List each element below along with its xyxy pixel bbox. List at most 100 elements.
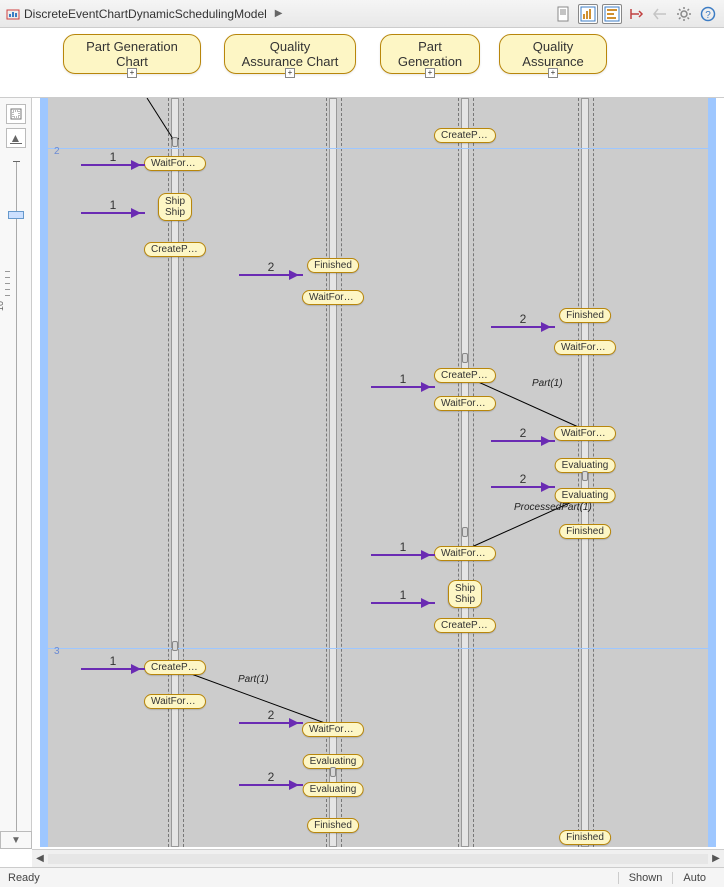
self-transition-arrow[interactable]: 1 [81, 212, 145, 214]
state-node[interactable]: Finished [559, 830, 611, 845]
state-node[interactable]: CreatePart [144, 242, 206, 257]
breadcrumb-arrow-icon[interactable]: ▶ [275, 8, 283, 19]
arrow-label: 1 [110, 150, 117, 164]
status-auto[interactable]: Auto [672, 872, 716, 884]
state-node[interactable]: WaitForPart [554, 426, 616, 441]
arrow-label: 2 [268, 708, 275, 722]
state-node[interactable]: Finished [307, 818, 359, 833]
arrow-label: 1 [400, 372, 407, 386]
zoom-scale-label: 10 [0, 301, 5, 311]
horizontal-scrollbar[interactable]: ◀ ▶ [32, 849, 724, 867]
state-node[interactable]: Finished [559, 524, 611, 539]
report-icon[interactable] [554, 4, 574, 24]
step-icon[interactable] [626, 4, 646, 24]
state-node[interactable]: Evaluating [303, 782, 364, 797]
zoom-slider[interactable]: 10 [7, 161, 25, 847]
fit-to-view-icon[interactable] [6, 104, 26, 124]
activation-tick [462, 527, 468, 537]
self-transition-arrow[interactable]: 2 [239, 784, 303, 786]
state-node[interactable]: WaitForQA [144, 694, 206, 709]
arrow-label: 2 [268, 770, 275, 784]
state-node[interactable]: ShipShip [158, 193, 192, 221]
chart-icon [6, 7, 20, 21]
collapse-gutter-icon[interactable]: ▼ [0, 831, 32, 849]
state-node[interactable]: CreatePart [434, 128, 496, 143]
self-transition-arrow[interactable]: 1 [81, 164, 145, 166]
state-node[interactable]: CreatePart [144, 660, 206, 675]
go-top-icon[interactable]: ▲ [6, 128, 26, 148]
arrow-label: 2 [520, 426, 527, 440]
toolbar-actions: ? [554, 4, 718, 24]
message-label: Part(1) [238, 674, 269, 685]
col-label: QualityAssurance [522, 39, 583, 69]
arrow-label: 2 [268, 260, 275, 274]
state-node[interactable]: WaitForQA [434, 396, 496, 411]
state-node[interactable]: WaitForPart [302, 722, 364, 737]
sequence-canvas[interactable]: 2 3 CreatePart WaitForQA ShipShip CreatePart F… [48, 98, 708, 847]
svg-text:?: ? [705, 10, 711, 21]
phase-label: 3 [54, 646, 60, 657]
canvas-wrap[interactable]: 2 3 CreatePart WaitForQA ShipShip CreatePart F… [32, 98, 724, 847]
help-icon[interactable]: ? [698, 4, 718, 24]
state-node[interactable]: WaitForPart [302, 290, 364, 305]
lifeline-part-generation [458, 98, 472, 847]
self-transition-arrow[interactable]: 2 [239, 722, 303, 724]
arrow-label: 1 [400, 588, 407, 602]
col-label: QualityAssurance Chart [242, 39, 339, 69]
phase-label: 2 [54, 146, 60, 157]
scroll-right-icon[interactable]: ▶ [708, 851, 724, 867]
self-transition-arrow[interactable]: 1 [371, 554, 435, 556]
self-transition-arrow[interactable]: 1 [81, 668, 145, 670]
col-header-quality-assurance[interactable]: QualityAssurance + [499, 34, 607, 74]
activation-tick [172, 641, 178, 651]
zoom-thumb[interactable] [8, 211, 24, 219]
status-shown[interactable]: Shown [618, 872, 673, 884]
arrow-label: 1 [400, 540, 407, 554]
status-bar: Ready Shown Auto [0, 867, 724, 887]
expand-handle-icon[interactable]: + [425, 68, 435, 78]
message-label: ProcessedPart(1) [514, 502, 592, 513]
col-header-quality-assurance-chart[interactable]: QualityAssurance Chart + [224, 34, 356, 74]
arrow-label: 1 [110, 654, 117, 668]
settings-gear-icon[interactable] [674, 4, 694, 24]
breadcrumb[interactable]: DiscreteEventChartDynamicSchedulingModel… [6, 7, 282, 21]
col-label: PartGeneration [398, 39, 462, 69]
expand-handle-icon[interactable]: + [285, 68, 295, 78]
self-transition-arrow[interactable]: 2 [491, 486, 555, 488]
self-transition-arrow[interactable]: 1 [371, 386, 435, 388]
arrow-label: 2 [520, 312, 527, 326]
state-node[interactable]: Finished [559, 308, 611, 323]
status-text: Ready [8, 872, 40, 884]
self-transition-arrow[interactable]: 1 [371, 602, 435, 604]
col-label: Part GenerationChart [86, 39, 178, 69]
arrow-label: 2 [520, 472, 527, 486]
self-transition-arrow[interactable]: 2 [491, 440, 555, 442]
scroll-track[interactable] [48, 854, 708, 864]
state-node[interactable]: WaitForQA [434, 546, 496, 561]
message-label: Part(1) [532, 378, 563, 389]
state-node[interactable]: Finished [307, 258, 359, 273]
main-area: ▲ 10 2 3 CreatePart WaitForQA ShipShip Create… [0, 98, 724, 847]
state-node[interactable]: ShipShip [448, 580, 482, 608]
expand-handle-icon[interactable]: + [127, 68, 137, 78]
breadcrumb-text[interactable]: DiscreteEventChartDynamicSchedulingModel [24, 7, 267, 21]
self-transition-arrow[interactable]: 2 [491, 326, 555, 328]
activation-tick [582, 471, 588, 481]
phase-separator [48, 648, 708, 649]
view-chart1-icon[interactable] [578, 4, 598, 24]
state-node[interactable]: Evaluating [555, 488, 616, 503]
back-icon [650, 4, 670, 24]
state-node[interactable]: WaitForPart [554, 340, 616, 355]
col-header-part-generation-chart[interactable]: Part GenerationChart + [63, 34, 201, 74]
column-headers: Part GenerationChart + QualityAssurance … [0, 28, 724, 98]
state-node[interactable]: CreatePart [434, 368, 496, 383]
toolbar: DiscreteEventChartDynamicSchedulingModel… [0, 0, 724, 28]
scroll-left-icon[interactable]: ◀ [32, 851, 48, 867]
col-header-part-generation[interactable]: PartGeneration + [380, 34, 480, 74]
self-transition-arrow[interactable]: 2 [239, 274, 303, 276]
view-chart2-icon[interactable] [602, 4, 622, 24]
state-node[interactable]: WaitForQA [144, 156, 206, 171]
state-node[interactable]: CreatePart [434, 618, 496, 633]
expand-handle-icon[interactable]: + [548, 68, 558, 78]
arrow-label: 1 [110, 198, 117, 212]
